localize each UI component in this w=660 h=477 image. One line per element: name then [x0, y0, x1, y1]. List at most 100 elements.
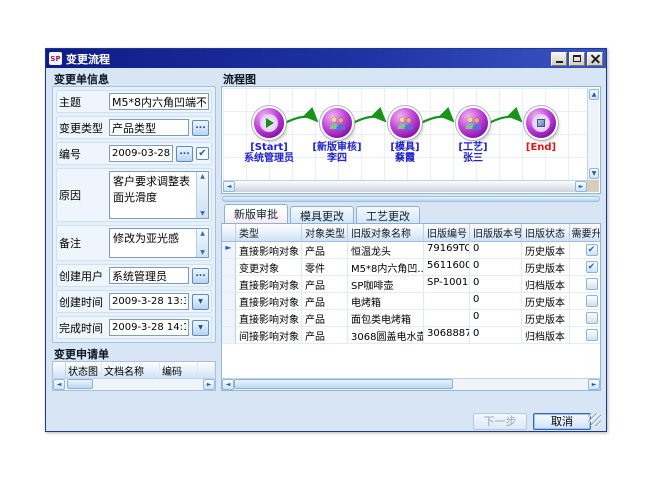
tab-mold-change[interactable]: 模具更改 [290, 206, 354, 223]
users-icon [464, 116, 483, 130]
change-type-ellipsis-button[interactable]: ... [192, 120, 209, 136]
flow-node-mold[interactable]: [模具] 蔡霞 [369, 108, 441, 164]
doc-name-column-header[interactable]: 文档名称 [102, 362, 160, 379]
scroll-down-icon[interactable]: ▼ [200, 249, 205, 256]
create-time-row: 创建时间 ▼ [56, 290, 212, 313]
remark-textarea[interactable]: 修改为亚光感 ▲ ▼ [109, 228, 209, 258]
titlebar[interactable]: SP 变更流程 [46, 49, 606, 68]
flow-hscrollbar[interactable]: ◄ ► [223, 180, 587, 192]
number-row: 编号 ... ✔ [56, 142, 212, 165]
type-column-header[interactable]: 类型 [236, 224, 302, 242]
scroll-up-icon[interactable]: ▲ [200, 173, 205, 180]
node-assignee: 李四 [301, 153, 373, 164]
scroll-left-icon[interactable]: ◄ [53, 379, 65, 390]
status-icon-column-header[interactable]: 状态图 [66, 362, 102, 379]
scroll-thumb[interactable] [67, 379, 93, 389]
tab-new-version-approval[interactable]: 新版审批 [224, 204, 288, 223]
screen: SP 变更流程 变更单信息 主题 变更类型 [0, 0, 660, 477]
upgrade-checkbox[interactable]: ✔ [586, 261, 598, 273]
scroll-left-icon[interactable]: ◄ [222, 379, 234, 390]
tab-craft-change[interactable]: 工艺更改 [356, 206, 420, 223]
row-marker: ► [222, 242, 236, 259]
flow-node-craft[interactable]: [工艺] 张三 [437, 108, 509, 164]
node-label: [新版审核] [301, 142, 373, 153]
object-type-column-header[interactable]: 对象类型 [302, 224, 348, 242]
finish-time-input[interactable] [109, 319, 189, 336]
stop-icon [537, 119, 545, 127]
users-icon [396, 116, 415, 130]
reason-textarea[interactable]: 客户要求调整表面光滑度 ▲ ▼ [109, 171, 209, 219]
cancel-button[interactable]: 取消 [533, 413, 591, 430]
table-row[interactable]: ► 直接影响对象 产品 恒温龙头 79169TC 0 历史版本 ✔ [222, 242, 600, 259]
review-node-sphere [322, 108, 352, 138]
node-label: [End] [505, 142, 577, 153]
flow-node-review[interactable]: [新版审核] 李四 [301, 108, 373, 164]
upgrade-column-header[interactable]: 需要升版 [570, 224, 601, 242]
upgrade-checkbox[interactable] [586, 312, 598, 324]
scroll-down-icon[interactable]: ▼ [589, 168, 599, 179]
old-version-column-header[interactable]: 旧版版本号 [470, 224, 522, 242]
close-button[interactable] [587, 52, 603, 66]
old-status-column-header[interactable]: 旧版状态 [522, 224, 570, 242]
flow-node-end[interactable]: [End] [505, 108, 577, 153]
play-icon [266, 118, 274, 128]
scroll-down-icon[interactable]: ▼ [200, 210, 205, 217]
node-assignee: 张三 [437, 153, 509, 164]
subject-input[interactable] [109, 93, 209, 110]
resize-grip[interactable] [588, 413, 601, 426]
remark-label: 备注 [59, 235, 106, 251]
upgrade-checkbox[interactable] [586, 278, 598, 290]
creator-ellipsis-button[interactable]: ... [192, 268, 209, 284]
flow-vscrollbar[interactable]: ▲ ▼ [587, 88, 599, 180]
create-time-input[interactable] [109, 293, 189, 310]
maximize-button[interactable] [569, 52, 585, 66]
create-time-dropdown-button[interactable]: ▼ [192, 294, 209, 310]
next-button[interactable]: 下一步 [473, 413, 527, 430]
flow-caption: 流程图 [221, 70, 601, 86]
number-label: 编号 [59, 146, 106, 162]
tab-strip: 新版审批 模具更改 工艺更改 [221, 204, 601, 224]
scroll-right-icon[interactable]: ► [203, 379, 215, 390]
upgrade-checkbox[interactable] [586, 329, 598, 341]
reason-scrollbar[interactable]: ▲ ▼ [196, 172, 208, 218]
table-row[interactable]: 直接影响对象 产品 面包类电烤箱 0 历史版本 [222, 310, 600, 327]
horizontal-splitter[interactable] [222, 196, 600, 202]
scroll-thumb[interactable] [234, 379, 453, 389]
finish-time-dropdown-button[interactable]: ▼ [192, 320, 209, 336]
upgrade-checkbox[interactable]: ✔ [586, 244, 598, 256]
table-row[interactable]: 间接影响对象 产品 3068圆盖电水壶 3068887 0 归档版本 [222, 327, 600, 344]
scroll-left-icon[interactable]: ◄ [223, 181, 235, 192]
table-row[interactable]: 直接影响对象 产品 电烤箱 0 历史版本 [222, 293, 600, 310]
reason-label: 原因 [59, 187, 106, 203]
number-ellipsis-button[interactable]: ... [176, 146, 193, 162]
old-name-column-header[interactable]: 旧版对象名称 [348, 224, 424, 242]
scroll-right-icon[interactable]: ► [588, 379, 600, 390]
minimize-button[interactable] [551, 52, 567, 66]
approval-table-hscrollbar[interactable]: ◄ ► [222, 378, 600, 390]
scroll-right-icon[interactable]: ► [575, 181, 587, 192]
row-indicator-header [222, 224, 236, 242]
row-marker [222, 310, 236, 327]
old-code-column-header[interactable]: 旧版编号 [424, 224, 470, 242]
scroll-up-icon[interactable]: ▲ [200, 230, 205, 237]
change-type-input[interactable] [109, 119, 189, 136]
scroll-up-icon[interactable]: ▲ [589, 89, 599, 100]
table-row[interactable]: 变更对象 零件 M5*8内六角凹... 5611600 0 历史版本 ✔ M5*… [222, 259, 600, 276]
upgrade-checkbox[interactable] [586, 295, 598, 307]
request-table-hscrollbar[interactable]: ◄ ► [53, 378, 215, 390]
code-column-header[interactable]: 编码 [160, 362, 198, 379]
row-marker [222, 259, 236, 276]
number-checkbox[interactable]: ✔ [196, 147, 209, 160]
flow-node-start[interactable]: [Start] 系统管理员 [233, 108, 305, 164]
creator-label: 创建用户 [59, 268, 106, 284]
subject-row: 主题 [56, 90, 212, 113]
creator-row: 创建用户 ... [56, 264, 212, 287]
creator-input[interactable] [109, 267, 189, 284]
remark-scrollbar[interactable]: ▲ ▼ [196, 229, 208, 257]
request-table-header: 状态图 文档名称 编码 [53, 362, 215, 379]
number-input[interactable] [109, 145, 173, 162]
finish-time-label: 完成时间 [59, 320, 106, 336]
extra-column-header[interactable] [198, 362, 215, 379]
maximize-icon [573, 55, 581, 62]
table-row[interactable]: 直接影响对象 产品 SP咖啡壶 SP-1001 0 归档版本 SP咖 [222, 276, 600, 293]
